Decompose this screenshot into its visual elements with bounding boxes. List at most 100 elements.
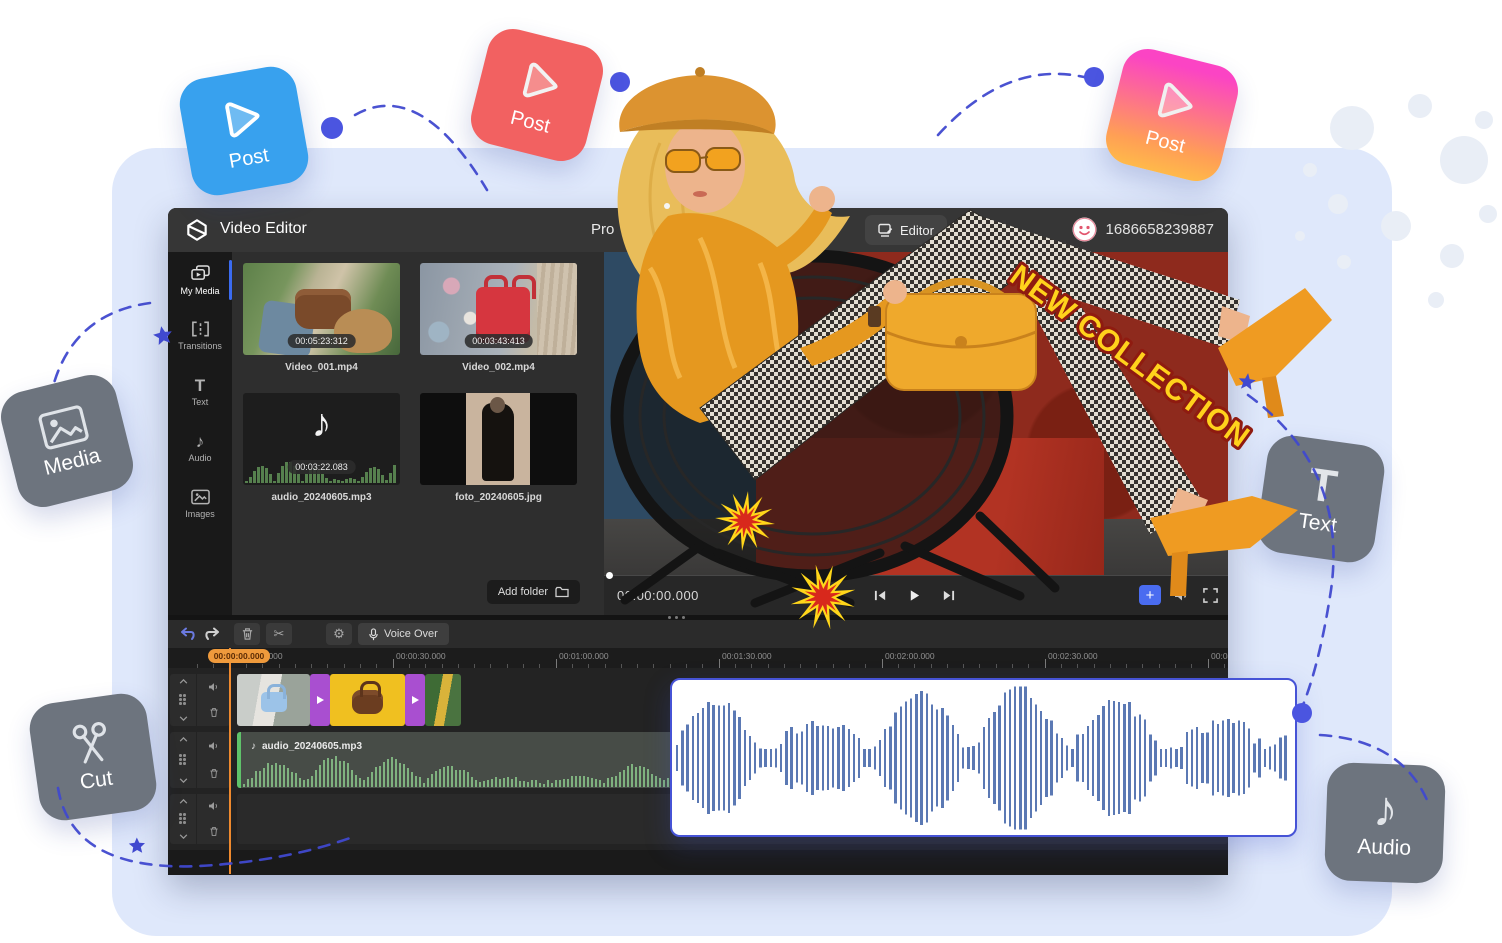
media-thumb-photo[interactable] [420,393,577,485]
wave-bar [511,779,513,787]
delete-clip-button[interactable] [234,623,260,645]
sidebar-item-audio[interactable]: ♪ Audio [168,420,232,476]
sidebar-item-label: Audio [188,453,211,463]
wave-bar [297,474,300,483]
duration-badge: 00:05:23:312 [287,334,356,348]
wave-bar [1030,698,1032,818]
wave-bar [806,724,808,792]
wave-bar [491,779,493,787]
ruler-tick [719,659,720,668]
wave-bar [539,783,541,787]
wave-bar [1004,692,1006,823]
add-button[interactable]: + [1139,585,1161,605]
timeline-clip-video[interactable] [425,674,461,726]
wave-bar [998,705,1000,810]
wave-bar [635,767,637,787]
wave-bar [1206,732,1208,783]
wave-bar [759,748,761,767]
chevron-up-icon[interactable] [179,679,188,684]
wave-bar [567,779,569,787]
sidebar-item-images[interactable]: Images [168,476,232,532]
transport-controls [870,585,958,605]
prev-frame-button[interactable] [870,585,890,605]
chevron-down-icon[interactable] [179,716,188,721]
next-frame-button[interactable] [938,585,958,605]
chevron-down-icon[interactable] [179,834,188,839]
chevron-up-icon[interactable] [179,737,188,742]
mute-track-icon[interactable] [208,801,220,811]
wave-bar [515,777,517,787]
wave-bar [692,716,694,800]
timeline-clip-video[interactable] [330,674,405,726]
timeline-ruler[interactable]: 00:00:00.00000:00:30.00000:01:00.00000:0… [168,648,1228,668]
wave-bar [335,756,337,787]
wave-bar [957,734,959,782]
wave-bar [619,772,621,787]
wave-bar [1212,720,1214,795]
drag-handle-icon[interactable] [179,813,187,825]
sidebar-item-my-media[interactable]: My Media [168,252,232,308]
undo-button[interactable] [176,623,200,645]
wave-bar [889,726,891,789]
timeline-settings-button[interactable]: ⚙ [326,623,352,645]
app-title: Video Editor [220,220,307,238]
media-thumb-video1[interactable]: 00:05:23:312 [243,263,400,355]
media-thumb-video2[interactable]: 00:03:43:413 [420,263,577,355]
wave-bar [267,763,269,787]
post-badge-blue: Post [176,63,313,200]
split-clip-button[interactable]: ✂ [266,623,292,645]
wave-bar [339,761,341,787]
wave-bar [1186,732,1188,784]
drag-handle-icon[interactable] [179,694,187,706]
timeline-toolbar: ✂ ⚙ Voice Over [168,620,1228,648]
add-folder-button[interactable]: Add folder [487,580,580,604]
wave-bar [1149,734,1151,781]
scissors-icon [66,718,116,768]
chevron-down-icon[interactable] [179,778,188,783]
avatar [1072,217,1097,242]
page-background: Video Editor Pro Editor 1686658239887 [0,0,1502,943]
wave-bar [439,769,441,787]
editor-mode-button[interactable]: Editor [865,215,947,245]
drag-handle-icon[interactable] [179,754,187,766]
play-icon [1144,70,1207,133]
folder-icon [555,586,569,598]
wave-bar [1175,749,1177,767]
preview-viewport[interactable] [604,252,1228,575]
delete-track-icon[interactable] [209,826,219,837]
blue-dot [1084,67,1104,87]
media-thumb-audio[interactable]: ♪ 00:03:22.083 [243,393,400,485]
media-item-name: foto_20240605.jpg [420,492,577,503]
delete-track-icon[interactable] [209,707,219,718]
fullscreen-icon[interactable] [1203,588,1218,603]
wave-bar [395,759,397,787]
sidebar-item-label: Images [185,509,215,519]
wave-bar [1108,700,1110,816]
mute-track-icon[interactable] [208,682,220,692]
mute-track-icon[interactable] [208,741,220,751]
wave-bar [321,474,324,483]
wave-bar [811,721,813,795]
wave-bar [884,729,886,787]
sidebar-item-text[interactable]: T Text [168,364,232,420]
timeline-clip-video[interactable] [237,674,310,726]
wave-bar [415,776,417,787]
ruler-tick [1208,659,1209,668]
play-button[interactable] [904,585,924,605]
transition-clip[interactable] [405,674,425,726]
play-icon [212,88,272,148]
user-account[interactable]: 1686658239887 [1072,217,1214,242]
volume-icon[interactable] [1174,588,1190,602]
delete-track-icon[interactable] [209,768,219,779]
voice-over-button[interactable]: Voice Over [358,623,449,645]
wave-bar [707,702,709,814]
playhead-time-badge[interactable]: 00:00:00.000 [208,649,270,663]
transition-clip[interactable] [310,674,330,726]
redo-button[interactable] [200,623,224,645]
post-badge-red: Post [465,23,608,166]
sidebar-item-transitions[interactable]: Transitions [168,308,232,364]
chevron-up-icon[interactable] [179,799,188,804]
playhead-line[interactable] [229,648,231,874]
seek-handle[interactable] [606,572,613,579]
wave-bar [651,774,653,787]
